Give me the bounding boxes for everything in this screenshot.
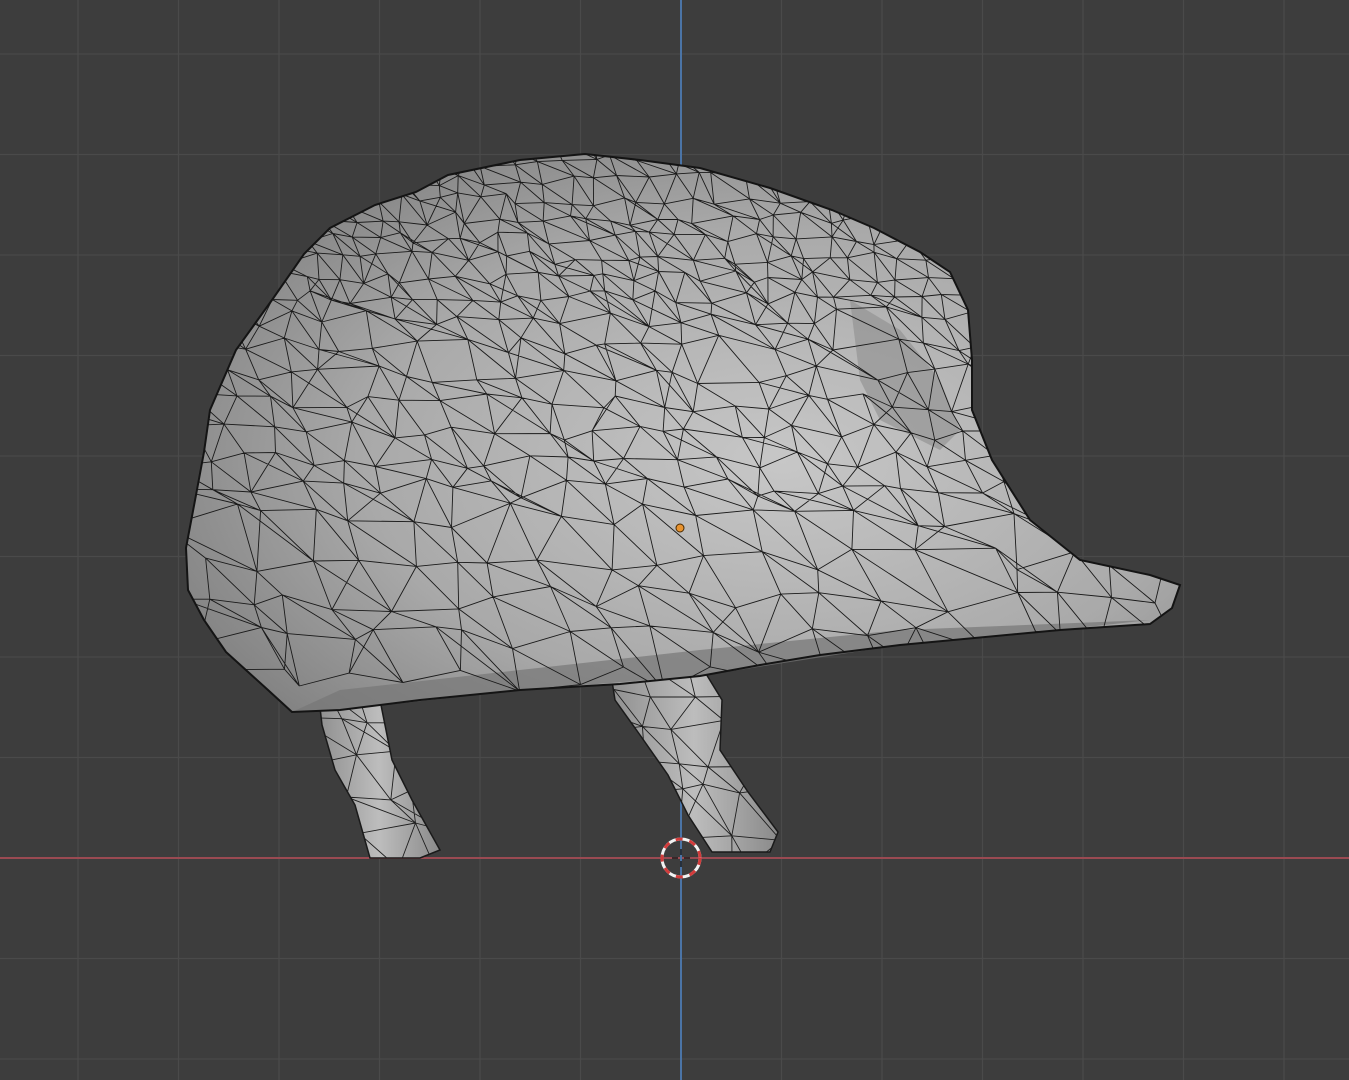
3d-viewport[interactable] — [0, 0, 1349, 1080]
hedgehog-mesh[interactable] — [162, 133, 1202, 874]
hedgehog-back-leg — [317, 689, 442, 859]
viewport-canvas — [0, 0, 1349, 1080]
object-origin-icon[interactable] — [675, 523, 685, 533]
